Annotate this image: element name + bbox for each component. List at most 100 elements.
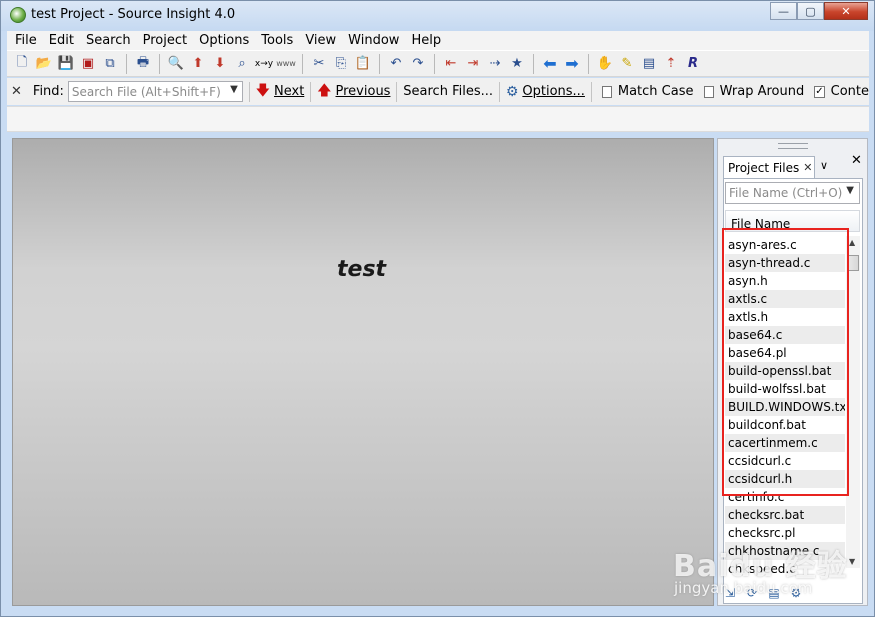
menu-window[interactable]: Window — [342, 33, 405, 48]
list-item[interactable]: certinfo.c — [725, 488, 845, 506]
toolbar-separator — [248, 81, 250, 102]
scroll-down-icon[interactable]: ▼ — [849, 557, 855, 566]
forward-arrow-icon[interactable]: ➡ — [563, 54, 581, 73]
browse-down-icon[interactable]: ⬇ — [211, 55, 229, 73]
chevron-down-icon[interactable]: ▼ — [846, 185, 854, 196]
list-item[interactable]: asyn-thread.c — [725, 254, 845, 272]
save-icon[interactable]: 💾 — [57, 55, 75, 73]
menu-bar: File Edit Search Project Options Tools V… — [7, 31, 869, 50]
zoom-find-icon[interactable]: ⌕ — [233, 55, 251, 73]
match-case-checkbox[interactable] — [601, 85, 612, 98]
copy-icon[interactable]: ⎘ — [332, 55, 350, 73]
redo-icon[interactable]: ↷ — [409, 55, 427, 73]
tab-project-files-label: Project Files — [728, 160, 800, 175]
list-item[interactable]: ccsidcurl.c — [725, 452, 845, 470]
toolbar-separator — [310, 81, 312, 102]
list-item[interactable]: cacertinmem.c — [725, 434, 845, 452]
new-file-icon[interactable]: 🗋 — [13, 55, 31, 73]
undo-icon[interactable]: ↶ — [387, 55, 405, 73]
menu-help[interactable]: Help — [405, 33, 447, 48]
app-window: test Project - Source Insight 4.0 — ▢ ✕ … — [0, 0, 875, 617]
title-bar: test Project - Source Insight 4.0 — ▢ ✕ — [1, 1, 874, 31]
arrow-down-icon: 🡇 — [255, 82, 270, 99]
zoom-icon[interactable]: 🔍 — [167, 55, 185, 73]
toolbar-separator — [590, 81, 592, 102]
editor-area[interactable]: test — [12, 138, 714, 606]
list-item[interactable]: base64.c — [725, 326, 845, 344]
panel-grip-handle[interactable] — [778, 143, 808, 149]
file-list-scrollbar[interactable]: ▲ ▼ — [846, 236, 860, 568]
chevron-down-icon[interactable]: ▼ — [230, 84, 238, 95]
find-bar-close-icon[interactable]: ✕ — [11, 84, 22, 99]
context-checkbox[interactable]: ✓ — [814, 85, 825, 98]
list-item[interactable]: build-wolfssl.bat — [725, 380, 845, 398]
maximize-button[interactable]: ▢ — [797, 2, 824, 20]
list-item[interactable]: build-openssl.bat — [725, 362, 845, 380]
window-title: test Project - Source Insight 4.0 — [31, 7, 236, 22]
panel-close-icon[interactable]: ✕ — [851, 153, 862, 168]
editor-project-title: test — [337, 257, 387, 282]
paste-icon[interactable]: 📋 — [354, 55, 372, 73]
close-icon[interactable]: ✕ — [803, 161, 812, 174]
jump-icon[interactable]: ⇢ — [486, 55, 504, 73]
list-item[interactable]: checksrc.pl — [725, 524, 845, 542]
open-folder-icon[interactable]: 📂 — [35, 55, 53, 73]
search-files-button[interactable]: Search Files... — [403, 84, 493, 99]
scroll-up-icon[interactable]: ▲ — [849, 238, 855, 247]
list-item[interactable]: base64.pl — [725, 344, 845, 362]
window-controls: — ▢ ✕ — [770, 2, 868, 21]
list-item[interactable]: buildconf.bat — [725, 416, 845, 434]
list-item[interactable]: ccsidcurl.h — [725, 470, 845, 488]
relation-icon[interactable]: ⇡ — [662, 55, 680, 73]
scrollbar-thumb[interactable] — [847, 255, 859, 271]
gear-icon: ⚙ — [505, 83, 519, 100]
sync-left-icon[interactable]: ⇤ — [442, 55, 460, 73]
menu-search[interactable]: Search — [80, 33, 137, 48]
wrap-around-label: Wrap Around — [719, 84, 805, 99]
wrap-around-checkbox[interactable] — [703, 85, 714, 98]
note-icon[interactable]: ✎ — [618, 55, 636, 73]
document-icon[interactable]: ▤ — [640, 55, 658, 73]
list-item[interactable]: BUILD.WINDOWS.txt — [725, 398, 845, 416]
options-button[interactable]: ⚙ Options... — [506, 84, 585, 100]
list-item[interactable]: checksrc.bat — [725, 506, 845, 524]
minimize-button[interactable]: — — [770, 2, 797, 20]
next-button[interactable]: 🡇 Next — [256, 80, 305, 104]
www-icon[interactable]: www — [276, 55, 296, 73]
find-search-input[interactable]: Search File (Alt+Shift+F) ▼ — [67, 81, 243, 102]
menu-edit[interactable]: Edit — [43, 33, 80, 48]
print-icon[interactable]: 🖶 — [134, 55, 152, 73]
context-label: Conte — [830, 84, 869, 99]
menu-file[interactable]: File — [9, 33, 43, 48]
bookmark-icon[interactable]: ★ — [508, 55, 526, 73]
r-icon[interactable]: R — [684, 55, 702, 73]
symbol-icon[interactable]: ✋ — [596, 55, 614, 73]
browse-up-icon[interactable]: ⬆ — [189, 55, 207, 73]
toolbar-separator — [302, 53, 303, 74]
menu-view[interactable]: View — [299, 33, 342, 48]
close-window-button[interactable]: ✕ — [824, 2, 868, 20]
menu-project[interactable]: Project — [137, 33, 193, 48]
menu-tools[interactable]: Tools — [255, 33, 299, 48]
chevron-down-icon[interactable]: ∨ — [820, 159, 828, 172]
menu-options[interactable]: Options — [193, 33, 255, 48]
previous-button[interactable]: 🡅 Previous — [317, 80, 390, 104]
save-all-icon[interactable]: ⧉ — [101, 55, 119, 73]
find-toolbar: ✕ Find: Search File (Alt+Shift+F) ▼ 🡇 Ne… — [7, 78, 869, 105]
file-name-column-header[interactable]: File Name — [725, 210, 860, 232]
file-name-search-input[interactable]: File Name (Ctrl+O) ▼ — [725, 182, 860, 204]
find-label: Find: — [32, 84, 64, 99]
cut-icon[interactable]: ✂ — [310, 55, 328, 73]
list-item[interactable]: axtls.c — [725, 290, 845, 308]
list-item[interactable]: asyn.h — [725, 272, 845, 290]
list-item[interactable]: axtls.h — [725, 308, 845, 326]
toolbar-separator — [379, 53, 380, 74]
toolbar-separator — [533, 53, 534, 74]
tab-project-files[interactable]: Project Files ✕ — [723, 156, 815, 178]
app-logo-icon — [10, 7, 26, 23]
replace-icon[interactable]: x→y — [255, 55, 273, 73]
save-red-icon[interactable]: ▣ — [79, 55, 97, 73]
list-item[interactable]: asyn-ares.c — [725, 236, 845, 254]
back-arrow-icon[interactable]: ⬅ — [541, 54, 559, 73]
sync-right-icon[interactable]: ⇥ — [464, 55, 482, 73]
